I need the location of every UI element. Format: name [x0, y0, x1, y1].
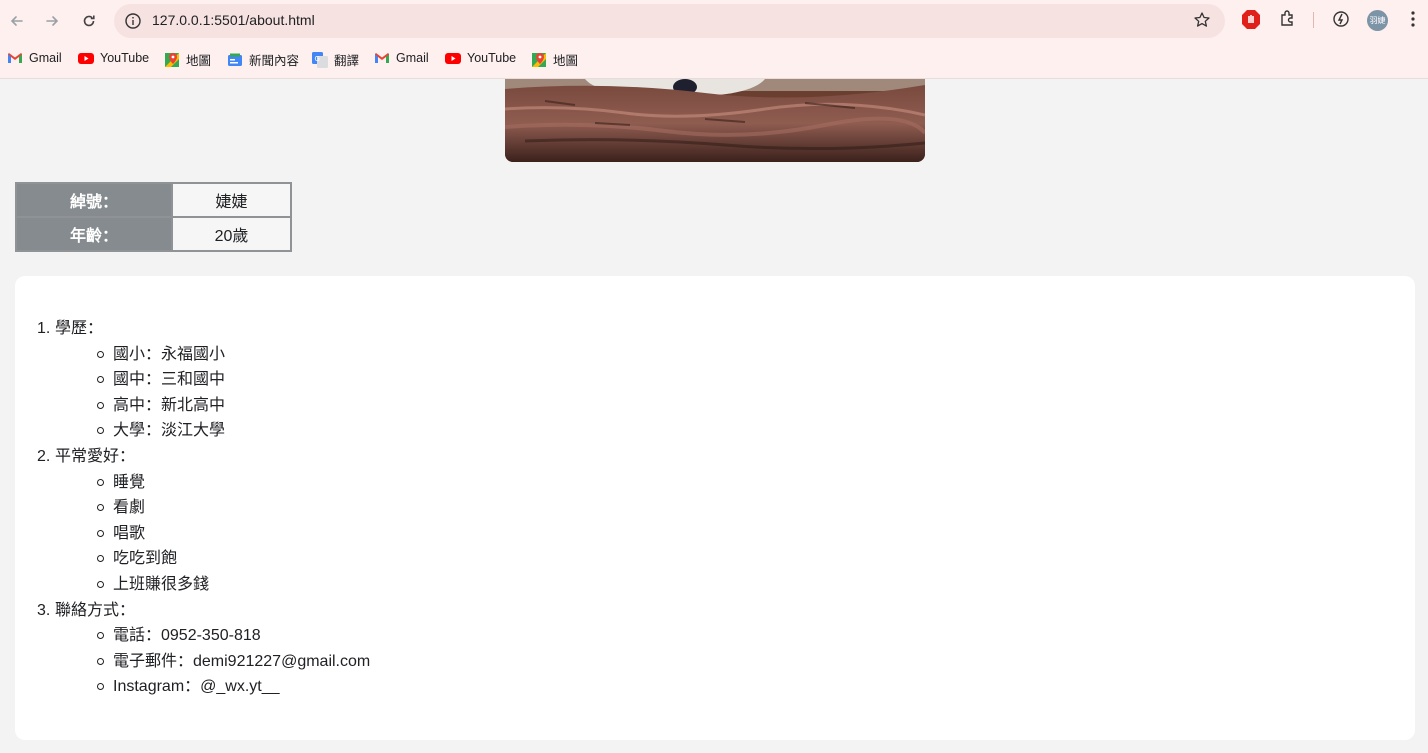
bookmark-label: 地圖 — [553, 54, 579, 68]
profile-photo — [505, 79, 925, 162]
section-hobbies: 2. 平常愛好： 睡覺 看劇 唱歌 吃吃到飽 上班賺很多錢 — [37, 444, 370, 598]
gmail-icon — [7, 50, 23, 66]
bookmark-label: 新聞內容 — [249, 54, 300, 68]
section-number: 1. — [37, 320, 51, 337]
bookmark-youtube[interactable]: YouTube — [78, 50, 149, 66]
menu-kebab-icon[interactable] — [1405, 9, 1421, 33]
list-item: 上班賺很多錢 — [95, 572, 370, 598]
bookmarks-bar: Gmail YouTube 地圖 新聞內容 G 翻譯 Gmail YouTube… — [0, 42, 1428, 79]
section-number: 2. — [37, 447, 51, 465]
browser-toolbar: 127.0.0.1:5501/about.html 羽婕 — [0, 0, 1428, 42]
toolbar-divider — [1313, 12, 1314, 28]
bookmark-news[interactable]: 新聞內容 — [227, 50, 299, 69]
translate-icon: G — [312, 51, 328, 68]
list-item: 睡覺 — [95, 470, 370, 496]
bookmark-label: YouTube — [467, 51, 517, 65]
nickname-label: 綽號： — [15, 182, 173, 218]
contact-phone: 電話：0952-350-818 — [95, 623, 370, 649]
youtube-icon — [78, 50, 94, 66]
age-value: 20歲 — [171, 216, 292, 252]
bookmark-label: 地圖 — [186, 54, 212, 68]
back-button[interactable] — [5, 9, 29, 33]
table-row: 年齡： 20歲 — [15, 216, 292, 252]
bookmark-youtube-2[interactable]: YouTube — [445, 50, 516, 66]
maps-icon — [164, 52, 180, 68]
about-list: 1. 學歷： 國小：永福國小 國中：三和國中 高中：新北高中 大學：淡江大學 2… — [37, 316, 370, 700]
nickname-value: 婕婕 — [171, 182, 292, 218]
section-contact: 3. 聯絡方式： 電話：0952-350-818 電子郵件：demi921227… — [37, 598, 370, 700]
section-title: 平常愛好： — [55, 447, 136, 465]
list-item: 高中：新北高中 — [95, 393, 370, 419]
section-number: 3. — [37, 601, 51, 619]
maps-icon — [531, 52, 547, 68]
adblock-extension-icon[interactable] — [1241, 9, 1261, 35]
bookmark-maps[interactable]: 地圖 — [164, 50, 211, 69]
bookmark-label: 翻譯 — [334, 54, 360, 68]
bookmark-label: Gmail — [29, 51, 62, 65]
site-info-icon[interactable] — [124, 12, 142, 34]
reload-button[interactable] — [77, 9, 101, 33]
education-list: 國小：永福國小 國中：三和國中 高中：新北高中 大學：淡江大學 — [55, 342, 370, 444]
bookmark-gmail-2[interactable]: Gmail — [374, 50, 429, 66]
bookmark-label: Gmail — [396, 51, 429, 65]
list-item: 看劇 — [95, 495, 370, 521]
youtube-icon — [445, 50, 461, 66]
forward-arrow-icon — [46, 16, 59, 26]
contact-email: 電子郵件：demi921227@gmail.com — [95, 649, 370, 675]
about-card: 1. 學歷： 國小：永福國小 國中：三和國中 高中：新北高中 大學：淡江大學 2… — [15, 276, 1415, 740]
contact-instagram: Instagram：@_wx.yt__ — [95, 674, 370, 700]
bookmark-translate[interactable]: G 翻譯 — [312, 50, 359, 69]
list-item: 吃吃到飽 — [95, 546, 370, 572]
section-title: 學歷： — [55, 320, 104, 337]
list-item: 國中：三和國中 — [95, 367, 370, 393]
list-item: 國小：永福國小 — [95, 342, 370, 368]
list-item: 大學：淡江大學 — [95, 418, 370, 444]
address-bar[interactable]: 127.0.0.1:5501/about.html — [114, 4, 1225, 38]
url-text[interactable]: 127.0.0.1:5501/about.html — [152, 12, 315, 28]
contact-list: 電話：0952-350-818 電子郵件：demi921227@gmail.co… — [55, 623, 370, 700]
section-education: 1. 學歷： 國小：永福國小 國中：三和國中 高中：新北高中 大學：淡江大學 — [37, 316, 370, 444]
svg-text:G: G — [315, 55, 320, 63]
age-label: 年齡： — [15, 216, 173, 252]
profile-avatar[interactable]: 羽婕 — [1367, 10, 1388, 31]
performance-icon[interactable] — [1331, 9, 1351, 33]
bookmark-gmail[interactable]: Gmail — [7, 50, 62, 66]
gmail-icon — [374, 50, 390, 66]
profile-info-table: 綽號： 婕婕 年齡： 20歲 — [15, 182, 292, 252]
bookmark-maps-2[interactable]: 地圖 — [531, 50, 578, 69]
extensions-puzzle-icon[interactable] — [1278, 9, 1298, 33]
hobbies-list: 睡覺 看劇 唱歌 吃吃到飽 上班賺很多錢 — [55, 470, 370, 598]
list-item: 唱歌 — [95, 521, 370, 547]
bookmark-star-icon[interactable] — [1193, 11, 1211, 33]
section-title: 聯絡方式： — [55, 601, 136, 619]
forward-button[interactable] — [40, 9, 64, 33]
back-arrow-icon — [10, 16, 23, 26]
news-icon — [227, 52, 243, 68]
reload-icon — [83, 15, 95, 27]
bookmark-label: YouTube — [100, 51, 150, 65]
table-row: 綽號： 婕婕 — [15, 182, 292, 218]
